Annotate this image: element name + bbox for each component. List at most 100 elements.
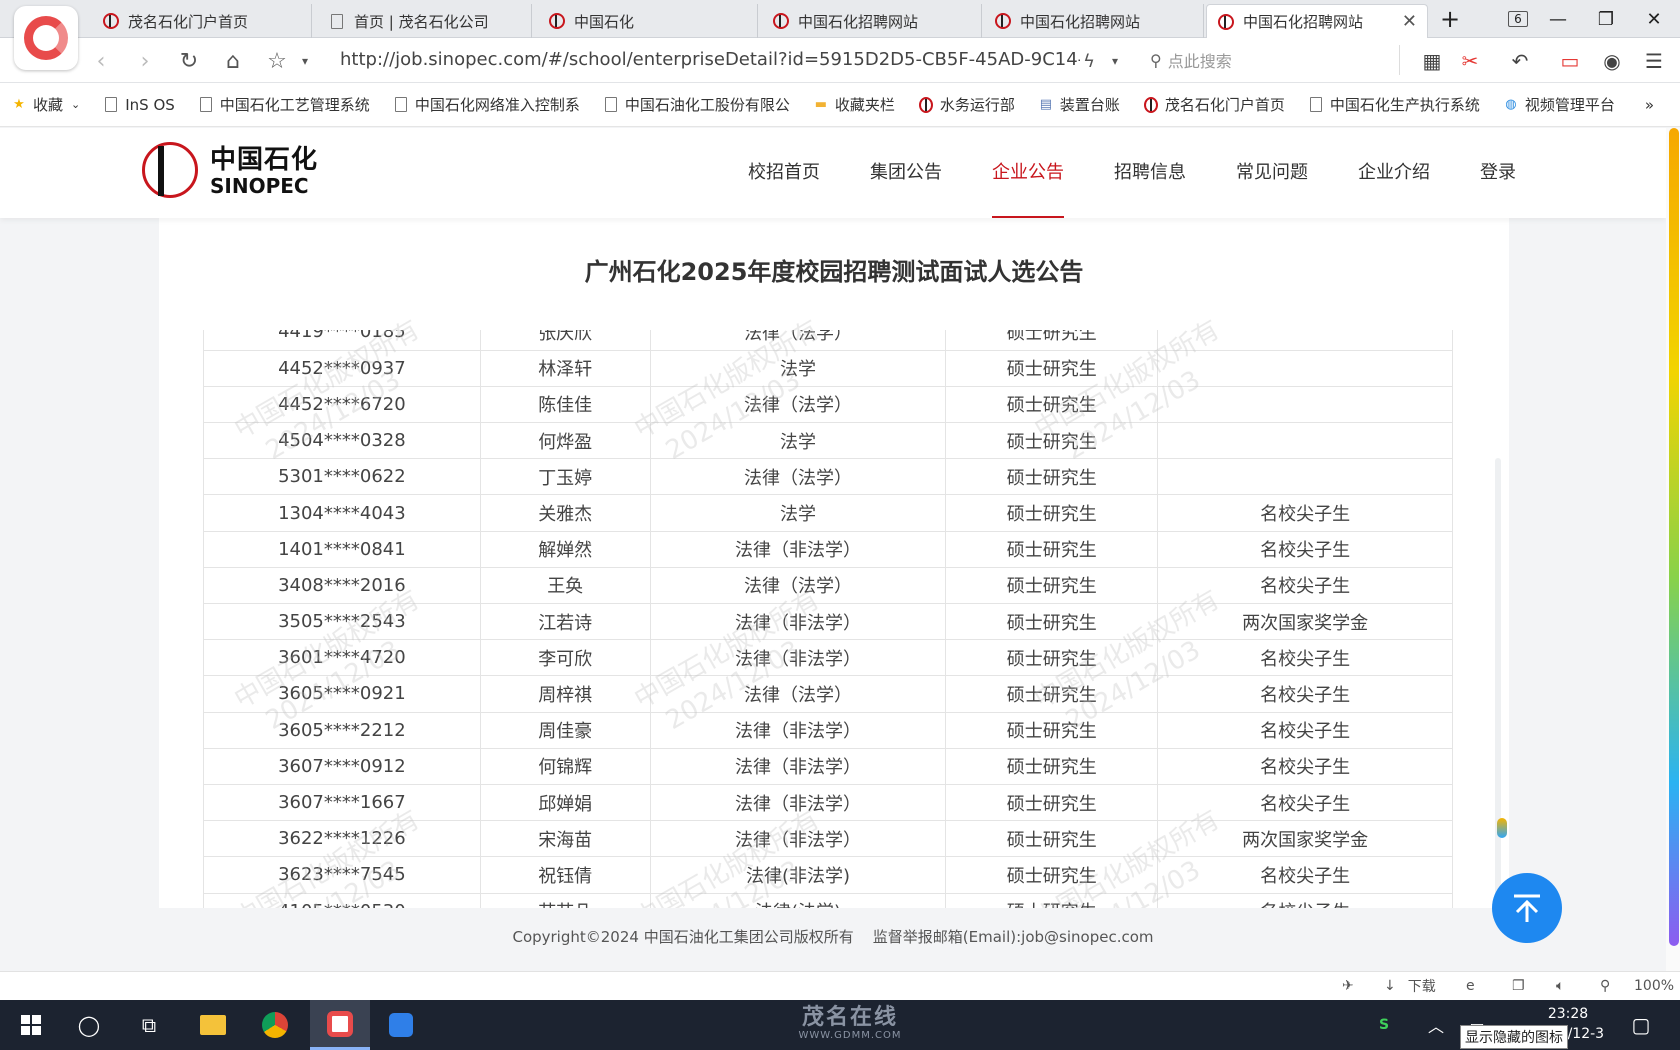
download-button[interactable]: ↓ 下载 bbox=[1384, 976, 1436, 996]
major-cell: 法律（法学） bbox=[649, 330, 946, 351]
close-window-icon[interactable]: ✕ bbox=[1632, 0, 1676, 38]
tab-1[interactable]: 首页 | 茂名石化公司 bbox=[318, 4, 532, 38]
chevron-down-icon[interactable]: ▾ bbox=[290, 46, 320, 76]
back-to-top-button[interactable] bbox=[1492, 873, 1562, 943]
feishu-icon[interactable] bbox=[372, 1000, 430, 1050]
tab-4[interactable]: 中国石化招聘网站 bbox=[984, 4, 1204, 38]
note-cell bbox=[1157, 422, 1453, 460]
menu-icon[interactable]: ☰ bbox=[1640, 48, 1668, 74]
new-tab-icon[interactable]: + bbox=[1428, 0, 1472, 38]
sinopec-logo[interactable]: 中国石化 SINOPEC bbox=[140, 140, 318, 202]
bookmark-star-icon[interactable]: ☆ bbox=[262, 46, 292, 76]
tab-5-active[interactable]: 中国石化招聘网站 ✕ bbox=[1206, 4, 1428, 38]
page-scrollbar-thumb[interactable] bbox=[1669, 128, 1679, 946]
bookmark-item[interactable]: 中国石化生产执行系统 bbox=[1309, 94, 1480, 115]
tab-2[interactable]: 中国石化 bbox=[538, 4, 758, 38]
table-row: 3505****2543 江若诗 法律（非法学） 硕士研究生 两次国家奖学金 bbox=[203, 603, 1453, 641]
degree-cell: 硕士研究生 bbox=[945, 350, 1158, 387]
forward-icon[interactable]: › bbox=[130, 46, 160, 76]
reload-icon[interactable]: ↻ bbox=[174, 46, 204, 76]
table-row: 3622****1226 宋海苗 法律（非法学） 硕士研究生 两次国家奖学金 bbox=[203, 820, 1453, 858]
browser-taskbar-icon[interactable] bbox=[310, 1000, 370, 1050]
page-viewport: 中国石化 SINOPEC 校招首页 集团公告 企业公告 招聘信息 常见问题 企业… bbox=[0, 128, 1666, 971]
url-input[interactable] bbox=[340, 45, 1080, 75]
windows-start-icon[interactable] bbox=[4, 1000, 58, 1050]
browser-logo-icon[interactable] bbox=[14, 6, 78, 70]
account-icon[interactable]: ◉ bbox=[1598, 48, 1626, 74]
tray-s-icon[interactable]: S bbox=[1372, 1000, 1396, 1050]
degree-cell: 硕士研究生 bbox=[945, 893, 1158, 908]
scissors-icon[interactable]: ✂ bbox=[1456, 48, 1484, 74]
search-box[interactable]: ⚲ 点此搜索 bbox=[1150, 45, 1400, 75]
name-cell: 祝钰倩 bbox=[479, 856, 651, 894]
major-cell: 法律（非法学） bbox=[649, 784, 946, 822]
zoom-icon[interactable]: ⚲ bbox=[1600, 976, 1610, 996]
bookmark-item[interactable]: 水务运行部 bbox=[918, 94, 1015, 115]
nav-company-intro[interactable]: 企业介绍 bbox=[1358, 128, 1430, 218]
tray-expand-icon[interactable]: ︿ bbox=[1424, 1000, 1448, 1050]
apps-grid-icon[interactable]: ▦ bbox=[1418, 48, 1446, 74]
pin-icon[interactable]: ✈ bbox=[1342, 976, 1354, 996]
nav-home[interactable]: 校招首页 bbox=[748, 128, 820, 218]
bookmark-item[interactable]: 中国石化网络准入控制系 bbox=[394, 94, 580, 115]
announcement-title: 广州石化2025年度校园招聘测试面试人选公告 bbox=[584, 258, 1084, 286]
site-header: 中国石化 SINOPEC 校招首页 集团公告 企业公告 招聘信息 常见问题 企业… bbox=[0, 128, 1666, 218]
more-bookmarks-icon[interactable]: » bbox=[1645, 96, 1654, 114]
bookmarks-bar: ★ 收藏 ⌄ InS OS 中国石化工艺管理系统 中国石化网络准入控制系 中国石油化… bbox=[0, 83, 1680, 127]
tab-0[interactable]: 茂名石化门户首页 bbox=[92, 4, 312, 38]
task-view-icon[interactable]: ⧉ bbox=[122, 1000, 176, 1050]
name-cell: 丁玉婷 bbox=[479, 458, 651, 496]
back-icon[interactable]: ‹ bbox=[86, 46, 116, 76]
nav-group-notices[interactable]: 集团公告 bbox=[870, 128, 942, 218]
bookmark-item[interactable]: ▬ 收藏夹栏 bbox=[814, 94, 895, 115]
zoom-level[interactable]: 100% bbox=[1634, 976, 1674, 996]
bookmark-item[interactable]: InS OS bbox=[104, 96, 175, 114]
bookmark-item[interactable]: 中国石油化工股份有限公 bbox=[604, 94, 790, 115]
report-email-link[interactable]: 监督举报邮箱(Email):job@sinopec.com bbox=[873, 928, 1154, 946]
nav-enterprise-notices[interactable]: 企业公告 bbox=[992, 128, 1064, 218]
undo-icon[interactable]: ↶ bbox=[1506, 48, 1534, 74]
bookmark-item[interactable]: ★ 收藏 ⌄ bbox=[12, 94, 80, 115]
file-explorer-icon[interactable] bbox=[186, 1000, 240, 1050]
table-row: 4105****0530苗苗凡法律(法学)硕士研究生名校尖子生 bbox=[203, 893, 1453, 908]
id-number-cell: 3622****1226 bbox=[203, 820, 481, 858]
note-cell: 名校尖子生 bbox=[1157, 748, 1453, 785]
tab-count-badge[interactable]: 6 bbox=[1496, 0, 1540, 38]
scroll-thumb[interactable] bbox=[1497, 818, 1507, 838]
home-icon[interactable]: ⌂ bbox=[218, 46, 248, 76]
nav-login[interactable]: 登录 bbox=[1480, 128, 1516, 218]
close-tab-icon[interactable]: ✕ bbox=[1392, 11, 1417, 32]
note-cell: 名校尖子生 bbox=[1157, 675, 1453, 713]
bookmark-item[interactable]: ▤ 装置台账 bbox=[1039, 94, 1120, 115]
tab-3[interactable]: 中国石化招聘网站 bbox=[762, 4, 982, 38]
comment-icon[interactable]: ▭ bbox=[1556, 48, 1584, 74]
minimize-icon[interactable]: — bbox=[1536, 0, 1580, 38]
cortana-icon[interactable]: ◯ bbox=[62, 1000, 116, 1050]
bookmark-item[interactable]: 中国石化工艺管理系统 bbox=[199, 94, 370, 115]
ie-mode-icon[interactable]: e bbox=[1466, 976, 1475, 996]
bookmark-label: 中国石化网络准入控制系 bbox=[414, 96, 580, 114]
table-scroll-area[interactable]: 4419****0185 张庆欣 法律（法学） 硕士研究生 4452****0937 林泽… bbox=[203, 330, 1453, 908]
sinopec-favicon-icon bbox=[918, 96, 933, 113]
restore-icon[interactable]: ❐ bbox=[1584, 0, 1628, 38]
id-number-cell: 4419****0185 bbox=[203, 330, 481, 351]
bookmark-label: 收藏 bbox=[33, 96, 64, 114]
id-number-cell: 3408****2016 bbox=[203, 567, 481, 605]
major-cell: 法律(非法学) bbox=[649, 856, 946, 894]
notification-icon[interactable]: ▢ bbox=[1614, 1000, 1668, 1050]
bookmark-item[interactable]: ◍ 视频管理平台 bbox=[1504, 94, 1615, 115]
degree-cell: 硕士研究生 bbox=[945, 567, 1158, 605]
search-icon: ⚲ bbox=[1150, 50, 1162, 70]
page-scrollbar[interactable] bbox=[1666, 128, 1680, 971]
table-row: 4419****0185 张庆欣 法律（法学） 硕士研究生 bbox=[203, 330, 1453, 351]
bookmark-item[interactable]: 茂名石化门户首页 bbox=[1143, 94, 1285, 115]
chevron-down-icon[interactable]: ▾ bbox=[1100, 46, 1130, 76]
volume-icon[interactable]: 🔈︎ bbox=[1556, 976, 1564, 996]
table-row: 3605****0921 周梓祺 法律（法学） 硕士研究生 名校尖子生 bbox=[203, 675, 1453, 713]
nav-recruitment-info[interactable]: 招聘信息 bbox=[1114, 128, 1186, 218]
name-cell: 李可欣 bbox=[479, 639, 651, 677]
nav-faq[interactable]: 常见问题 bbox=[1236, 128, 1308, 218]
chrome-icon[interactable] bbox=[248, 1000, 302, 1050]
note-cell bbox=[1157, 330, 1453, 351]
window-icon[interactable]: ❐ bbox=[1512, 976, 1525, 996]
